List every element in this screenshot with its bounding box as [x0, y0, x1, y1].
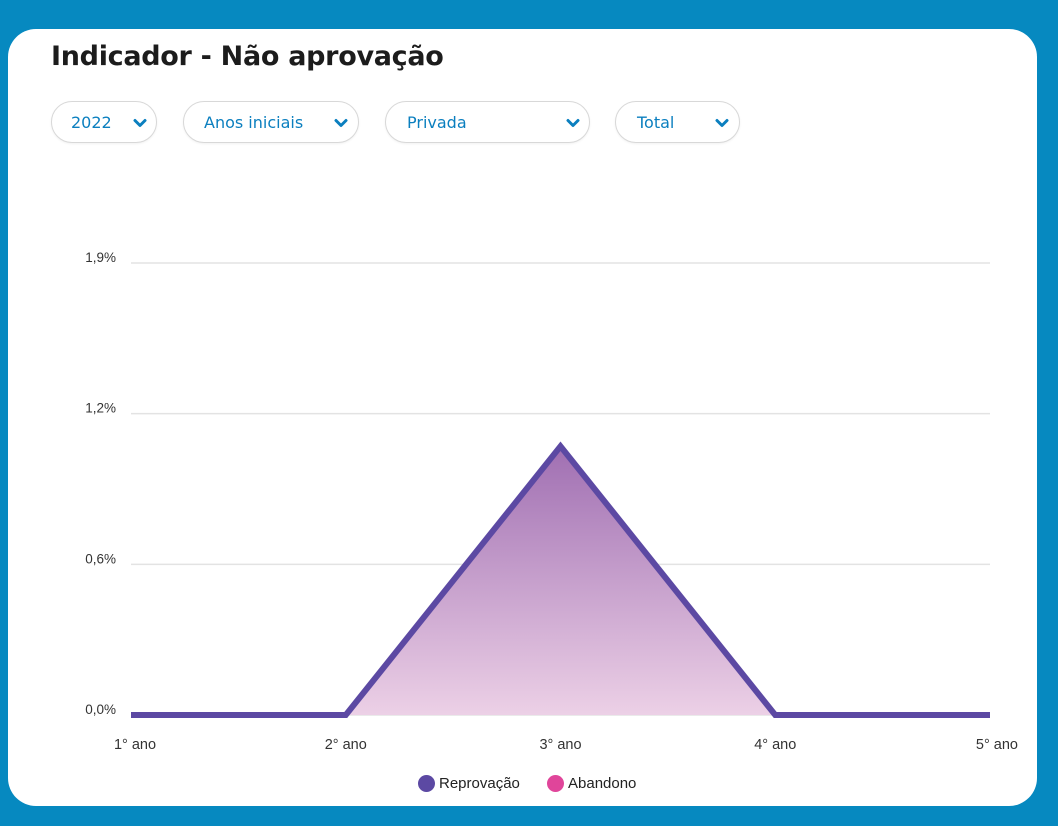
x-tick-label: 5° ano [976, 737, 1018, 753]
x-tick-label: 2° ano [325, 737, 367, 753]
x-tick-label: 1° ano [114, 737, 156, 753]
series-area [131, 446, 990, 715]
y-tick-label: 0,6% [85, 551, 116, 566]
legend-marker-reprovacao [418, 775, 435, 792]
area-fill-reprovacao [131, 446, 990, 715]
legend-label-abandono: Abandono [568, 775, 637, 792]
y-tick-label: 0,0% [85, 702, 116, 717]
legend-label-reprovacao: Reprovação [439, 775, 520, 792]
x-axis: 1° ano 2° ano 3° ano 4° ano 5° ano [114, 737, 1018, 753]
x-tick-label: 3° ano [539, 737, 581, 753]
y-axis: 0,0% 0,6% 1,2% 1,9% [85, 250, 116, 717]
line-chart: 0,0% 0,6% 1,2% 1,9% 1° ano 2° ano 3° ano 4° an… [85, 250, 1018, 753]
legend-item-reprovacao[interactable]: Reprovação [418, 773, 543, 795]
legend-marker-abandono [547, 775, 564, 792]
legend-item-abandono[interactable]: Abandono [547, 773, 662, 795]
indicator-card: Indicador - Não aprovação 2022 Anos inic… [8, 29, 1037, 806]
x-tick-label: 4° ano [754, 737, 796, 753]
y-tick-label: 1,9% [85, 250, 116, 265]
y-tick-label: 1,2% [85, 401, 116, 416]
